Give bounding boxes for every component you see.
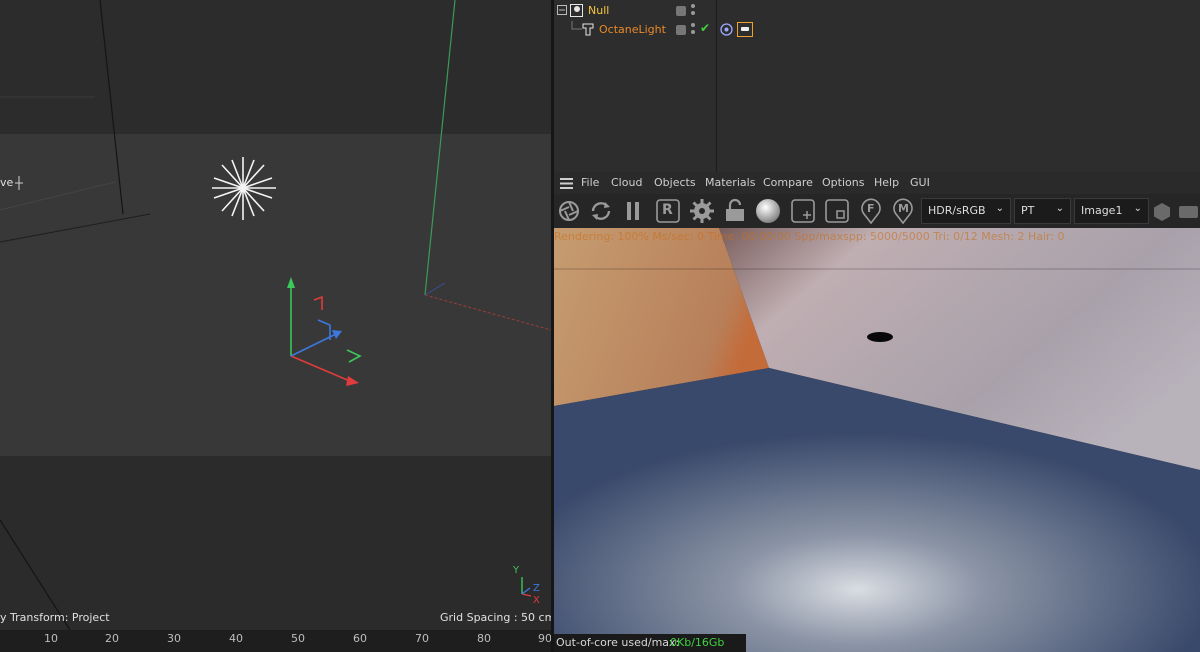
add-region-icon[interactable] [790,198,816,224]
material-ball-icon[interactable] [755,198,781,224]
axis-x-label: X [533,595,540,606]
ruler-tick: 30 [167,632,181,645]
out-of-core-bar: Out-of-core used/max: 0Kb/16Gb [554,634,746,652]
region-icon[interactable] [824,198,850,224]
object-row-null[interactable]: Null [554,2,716,20]
object-manager: Null OctaneLight ✔ [554,0,1200,172]
lock-icon[interactable] [722,198,748,224]
ruler-tick: 60 [353,632,367,645]
material-letter: M [898,202,909,215]
room-edge-line [99,0,124,215]
view-axis-indicator [521,577,532,597]
image-slot-select[interactable]: Image1 ⌄ [1074,198,1149,224]
move-cursor-icon [15,176,23,190]
layer-toggle-icon[interactable] [676,25,686,35]
restart-render-icon[interactable] [588,198,614,224]
enabled-check-icon[interactable]: ✔ [700,21,710,35]
menu-materials[interactable]: Materials [705,176,755,189]
octane-object-tag-icon[interactable] [720,23,733,36]
menu-file[interactable]: File [581,176,599,189]
send-scene-icon[interactable] [556,198,582,224]
hierarchy-line-icon [571,21,582,30]
ruler-tick: 90 [538,632,551,645]
transform-mode-label: y Transform: Project [0,611,110,624]
world-z-axis-line [424,282,446,296]
octane-light-icon [582,23,594,36]
ruler-tick: 40 [229,632,243,645]
null-object-icon [570,4,583,17]
axis-z-label: Z [533,583,540,594]
ruler-tick: 50 [291,632,305,645]
visibility-dot-icon[interactable] [691,4,695,8]
object-name-octane-light[interactable]: OctaneLight [599,23,666,36]
3d-viewport[interactable]: ve Y Z X y Transform: Project Grid Spaci… [0,0,551,652]
focus-picker-icon[interactable]: F [858,198,884,225]
hexagon-icon[interactable] [1152,202,1172,222]
layer-toggle-icon[interactable] [676,6,686,16]
menu-objects[interactable]: Objects [654,176,696,189]
transform-gizmo [287,277,362,386]
render-dot-icon[interactable] [691,30,695,34]
focus-letter: F [867,202,875,215]
menu-cloud[interactable]: Cloud [611,176,642,189]
chevron-down-icon: ⌄ [995,203,1004,214]
room-edge-line [0,181,116,211]
ooc-label: Out-of-core used/max: [556,636,680,649]
material-picker-icon[interactable]: M [890,198,916,225]
visibility-dot-icon[interactable] [691,23,695,27]
object-name-null[interactable]: Null [588,4,609,17]
ooc-value: 0Kb/16Gb [670,636,725,649]
render-image [554,228,1200,652]
chevron-down-icon: ⌄ [1055,203,1064,214]
object-row-octane-light[interactable]: OctaneLight ✔ [554,21,764,39]
region-letter: R [662,202,673,218]
ruler-tick: 10 [44,632,58,645]
settings-gear-icon[interactable] [689,198,715,224]
viewport-scene [0,0,551,631]
room-edge-line [0,213,151,243]
render-status-text: Rendering: 100% Ms/sec: 0 Time: 00:00:00… [554,230,1065,243]
menu-gui[interactable]: GUI [910,176,930,189]
hamburger-menu-icon[interactable] [560,178,573,189]
octane-light-tag-icon[interactable] [737,22,753,37]
chevron-down-icon: ⌄ [1133,203,1142,214]
pause-icon[interactable] [620,198,646,224]
image-slot-value: Image1 [1081,204,1123,217]
collapse-toggle-icon[interactable] [557,5,567,15]
colorspace-value: HDR/sRGB [928,204,986,217]
grid-spacing-label: Grid Spacing : 50 cm [440,611,551,624]
viewport-partial-label: ve [0,176,14,189]
panel-toggle-icon[interactable] [1179,206,1198,218]
render-viewport[interactable] [554,228,1200,652]
kernel-select[interactable]: PT ⌄ [1014,198,1071,224]
octane-menubar: File Cloud Objects Materials Compare Opt… [554,172,1200,194]
timeline-ruler[interactable] [0,630,551,652]
world-y-axis-line [424,0,456,296]
octane-light-gizmo [212,157,276,220]
axis-y-label: Y [513,565,520,576]
octane-live-viewer: File Cloud Objects Materials Compare Opt… [554,172,1200,652]
ruler-tick: 80 [477,632,491,645]
kernel-value: PT [1021,204,1035,217]
colorspace-select[interactable]: HDR/sRGB ⌄ [921,198,1011,224]
menu-compare[interactable]: Compare [763,176,813,189]
region-render-icon[interactable]: R [655,198,681,224]
menu-options[interactable]: Options [822,176,864,189]
render-dot-icon[interactable] [691,11,695,15]
ruler-tick: 70 [415,632,429,645]
menu-help[interactable]: Help [874,176,899,189]
world-x-axis-line [424,294,551,331]
ruler-tick: 20 [105,632,119,645]
